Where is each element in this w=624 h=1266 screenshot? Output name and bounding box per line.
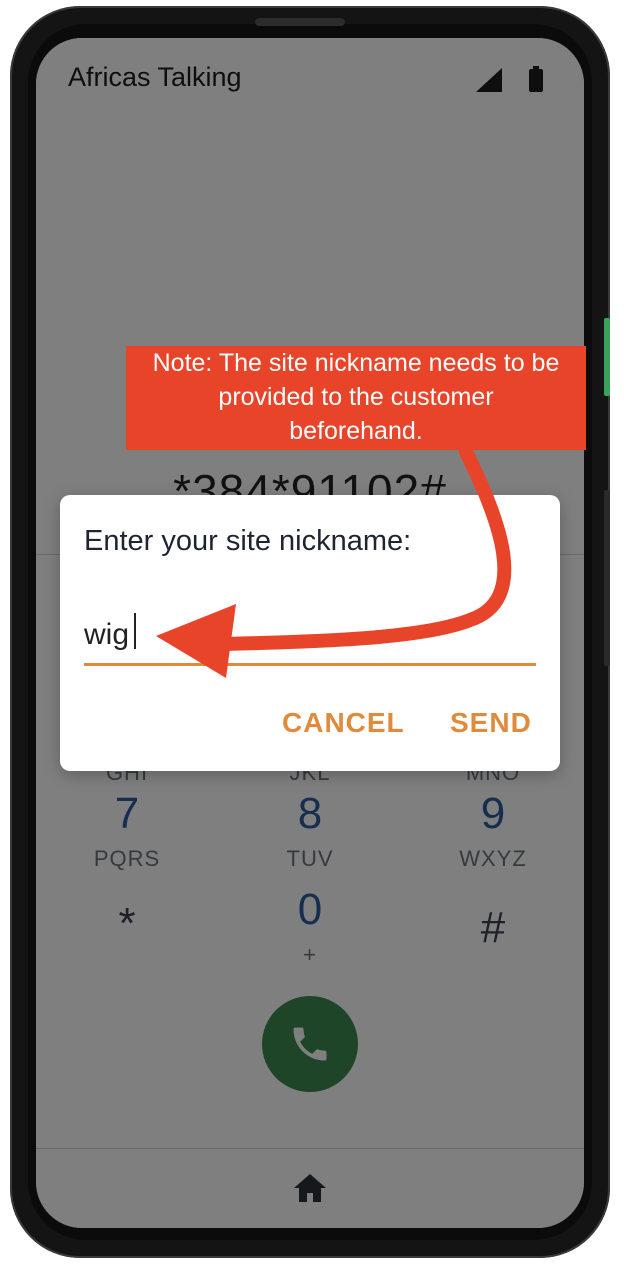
annotation-arrow	[156, 445, 512, 678]
